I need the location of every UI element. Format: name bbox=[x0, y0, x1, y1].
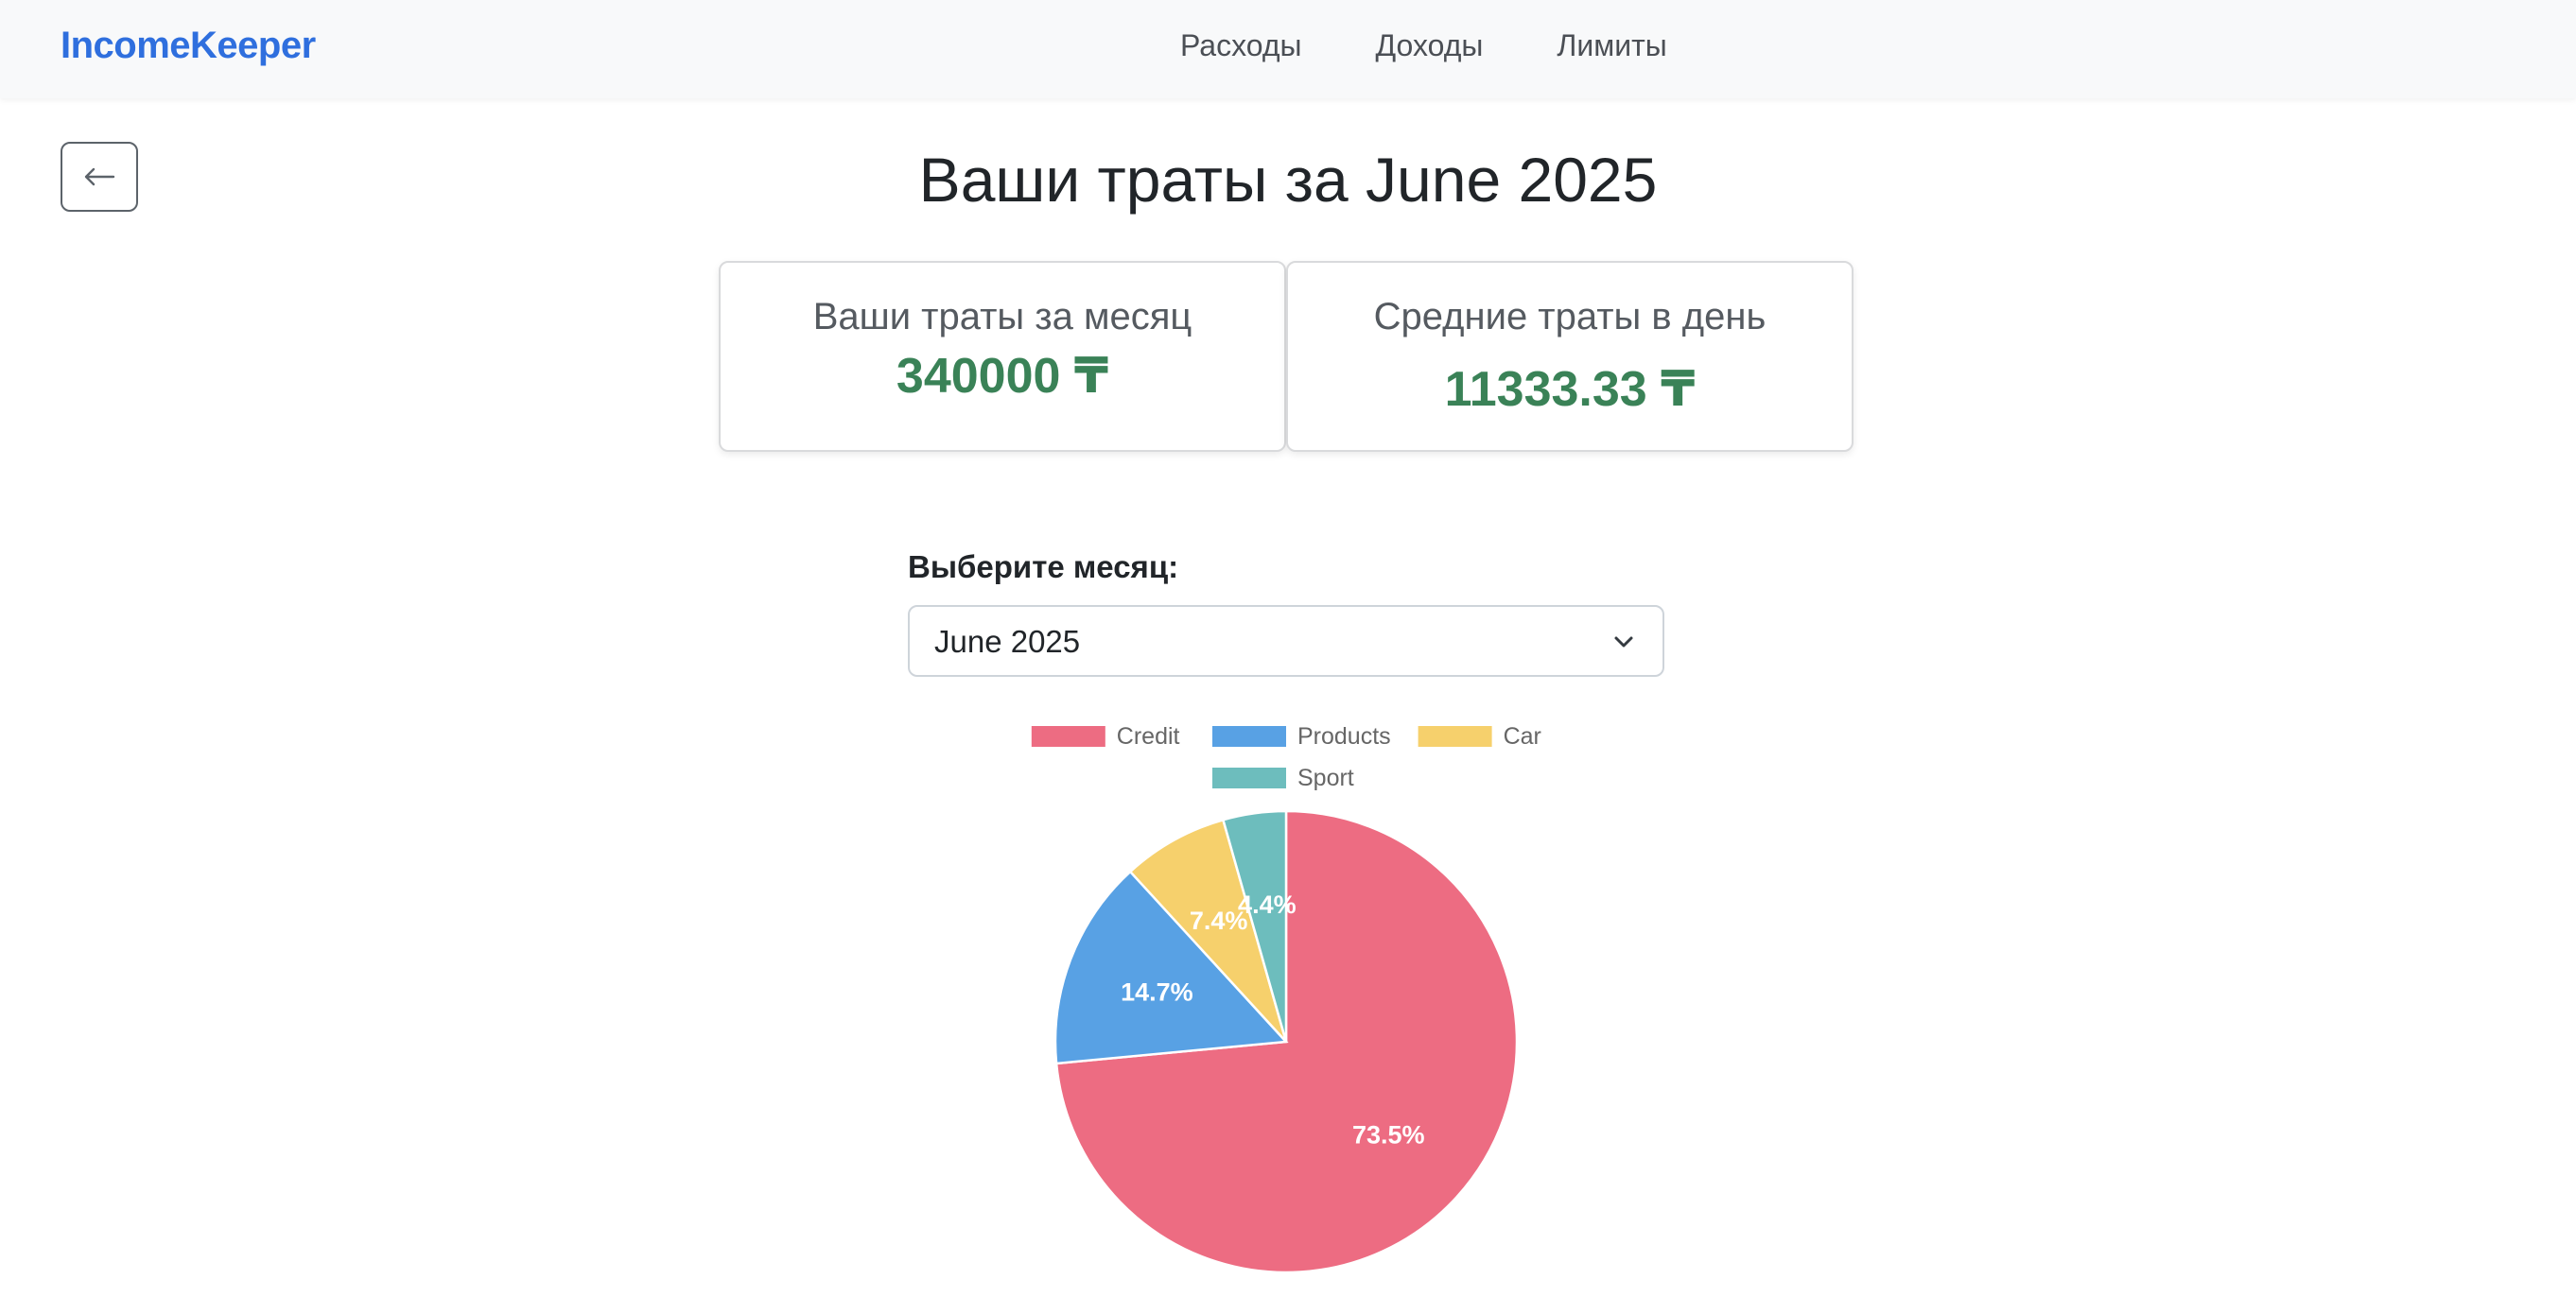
nav-link-incomes[interactable]: Доходы bbox=[1375, 23, 1483, 68]
monthly-expenses-title: Ваши траты за месяц bbox=[812, 296, 1192, 337]
month-select[interactable]: June 2025 bbox=[908, 605, 1664, 677]
legend-swatch-products[interactable] bbox=[1212, 726, 1286, 747]
legend-swatch-credit[interactable] bbox=[1031, 726, 1105, 747]
daily-average-title: Средние траты в день bbox=[1373, 296, 1767, 337]
daily-average-card: Средние траты в день 11333.33 ₸ bbox=[1286, 261, 1854, 452]
pie-label-sport: 4.4% bbox=[1238, 891, 1297, 919]
legend-swatch-sport[interactable] bbox=[1212, 768, 1286, 788]
nav-link-expenses[interactable]: Расходы bbox=[1180, 23, 1301, 68]
pie-label-credit: 73.5% bbox=[1352, 1121, 1425, 1150]
expenses-pie-chart: Credit Products CarSport73.5%14.7%7.4%4.4% bbox=[1031, 723, 1541, 1274]
legend-swatch-car[interactable] bbox=[1418, 726, 1492, 747]
month-select-value: June 2025 bbox=[934, 624, 1081, 659]
nav-link-limits[interactable]: Лимиты bbox=[1557, 23, 1666, 68]
navbar: IncomeKeeper Расходы Доходы Лимиты bbox=[0, 0, 2576, 98]
chevron-down-icon bbox=[1614, 636, 1633, 648]
pie-label-products: 14.7% bbox=[1121, 977, 1193, 1006]
month-select-label: Выберите месяц: bbox=[908, 549, 1179, 584]
monthly-expenses-value: 340000 ₸ bbox=[896, 349, 1109, 404]
page-title: Ваши траты за June 2025 bbox=[918, 145, 1658, 215]
brand-logo[interactable]: IncomeKeeper bbox=[61, 21, 316, 70]
legend-label-products[interactable]: Products bbox=[1297, 723, 1391, 750]
legend-label-credit[interactable]: Credit bbox=[1117, 723, 1180, 750]
monthly-expenses-card: Ваши траты за месяц 340000 ₸ bbox=[719, 261, 1286, 452]
legend-label-car[interactable]: Car bbox=[1504, 723, 1541, 750]
legend-label-sport[interactable]: Sport bbox=[1297, 765, 1354, 791]
nav-links: Расходы Доходы Лимиты bbox=[1180, 23, 1667, 68]
daily-average-value: 11333.33 ₸ bbox=[1444, 362, 1696, 417]
